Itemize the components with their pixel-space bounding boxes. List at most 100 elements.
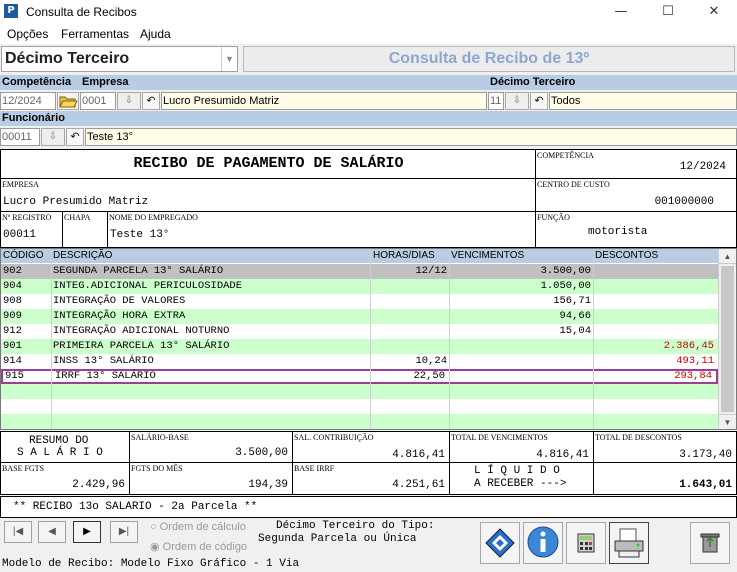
col-header-descricao[interactable]: DESCRIÇÃO <box>53 249 112 263</box>
recycle-bin-icon[interactable] <box>690 522 730 564</box>
sal-contrib-label: SAL. CONTRIBUIÇÃO <box>294 433 374 442</box>
radio-icon[interactable]: ○ <box>150 521 157 533</box>
registro-value: 00011 <box>3 229 37 241</box>
row-vencimento: 94,66 <box>559 310 591 322</box>
payroll-grid: CÓDIGO DESCRIÇÃO HORAS/DIAS VENCIMENTOS … <box>0 248 737 430</box>
undo-icon[interactable]: ↶ <box>142 92 160 110</box>
menu-bar: Opções Ferramentas Ajuda <box>0 24 737 44</box>
table-row[interactable]: 901 PRIMEIRA PARCELA 13° SALÁRIO 2.386,45 <box>1 339 718 354</box>
table-row[interactable]: 914 INSS 13° SALÁRIO 10,24 493,11 <box>1 354 718 369</box>
funcao-value: motorista <box>588 226 648 238</box>
row-vencimento: 3.500,00 <box>540 265 591 277</box>
grid-divider <box>593 249 594 429</box>
empresa-code-input[interactable]: 0001 <box>80 92 116 110</box>
close-button[interactable]: ✕ <box>691 0 737 24</box>
centro-cell: CENTRO DE CUSTO 001000000 <box>536 179 736 212</box>
download-arrow-icon[interactable]: ⇩ <box>41 128 65 146</box>
empresa-label: Empresa <box>80 75 488 90</box>
total-venc-value: 4.816,41 <box>536 449 589 461</box>
table-row[interactable]: 904 INTEG.ADICIONAL PERICULOSIDADE 1.050,0… <box>1 279 718 294</box>
download-arrow-icon[interactable]: ⇩ <box>505 92 529 110</box>
resumo-line2: S A L Á R I O <box>17 447 103 459</box>
row-description: INSS 13° SALÁRIO <box>53 355 154 367</box>
row-code: 909 <box>3 310 22 322</box>
fgts-mes-cell: FGTS DO MÊS 194,39 <box>130 463 293 494</box>
sort-code-label: Ordem de código <box>162 541 248 553</box>
chevron-down-icon[interactable]: ▼ <box>221 47 237 71</box>
radio-icon[interactable]: ◉ <box>150 541 160 553</box>
row-code: 904 <box>3 280 22 292</box>
undo-icon[interactable]: ↶ <box>530 92 548 110</box>
funcionario-code-input[interactable]: 00011 <box>0 128 40 146</box>
calculator-icon[interactable] <box>566 522 606 564</box>
grid-divider <box>449 249 450 429</box>
download-arrow-icon[interactable]: ⇩ <box>117 92 141 110</box>
base-fgts-cell: BASE FGTS 2.429,96 <box>1 463 130 494</box>
next-record-button[interactable]: ▶ <box>73 521 101 543</box>
liquido-value-cell: 1.643,01 <box>594 463 736 494</box>
first-record-button[interactable]: |◀ <box>4 521 32 543</box>
diamond-nav-icon[interactable] <box>480 522 520 564</box>
info-icon[interactable] <box>523 522 563 564</box>
scroll-thumb[interactable] <box>721 266 734 412</box>
chapa-cell: CHAPA <box>63 212 108 247</box>
folder-open-icon[interactable] <box>57 92 79 110</box>
row-hours: 10,24 <box>415 355 447 367</box>
competencia-input[interactable]: 12/2024 <box>0 92 56 110</box>
registro-small-label: Nº REGISTRO <box>2 213 52 222</box>
chapa-small-label: CHAPA <box>64 213 91 222</box>
table-row[interactable]: 915 IRRF 13° SALÁRIO 22,50 293,84 <box>1 369 718 384</box>
row-vencimento: 1.050,00 <box>540 280 591 292</box>
sort-code-option[interactable]: ◉ Ordem de código <box>150 540 247 553</box>
row-description: PRIMEIRA PARCELA 13° SALÁRIO <box>53 340 230 352</box>
nome-value: Teste 13° <box>110 229 170 241</box>
tipo-line1: Décimo Terceiro do Tipo: <box>276 520 435 532</box>
sort-calc-label: Ordem de cálculo <box>159 521 246 533</box>
minimize-button[interactable]: — <box>598 0 644 24</box>
salario-base-cell: SALÁRIO-BASE 3.500,00 <box>130 432 293 463</box>
row-desconto: 493,11 <box>676 355 714 367</box>
menu-ajuda[interactable]: Ajuda <box>140 27 171 41</box>
sort-calc-option[interactable]: ○ Ordem de cálculo <box>150 521 246 533</box>
row-description: INTEGRAÇÃO ADICIONAL NOTURNO <box>53 325 230 337</box>
undo-icon[interactable]: ↶ <box>66 128 84 146</box>
decimo-code-input[interactable]: 11 <box>488 92 504 110</box>
grid-scrollbar[interactable]: ▲ ▼ <box>718 249 736 429</box>
total-desc-cell: TOTAL DE DESCONTOS 3.173,40 <box>594 432 736 463</box>
funcionario-name-field: Teste 13° <box>85 128 737 146</box>
row-description: INTEGRAÇÃO DE VALORES <box>53 295 186 307</box>
scroll-down-icon[interactable]: ▼ <box>719 414 736 429</box>
table-row[interactable]: 912 INTEGRAÇÃO ADICIONAL NOTURNO 15,04 <box>1 324 718 339</box>
receipt-title: RECIBO DE PAGAMENTO DE SALÁRIO <box>133 155 404 172</box>
last-record-button[interactable]: ▶| <box>110 521 138 543</box>
base-fgts-label: BASE FGTS <box>2 464 45 473</box>
col-header-descontos[interactable]: DESCONTOS <box>595 249 658 263</box>
scroll-up-icon[interactable]: ▲ <box>719 249 736 264</box>
table-row[interactable]: 902 SEGUNDA PARCELA 13° SALÁRIO 12/12 3.500… <box>1 264 718 279</box>
page-heading: Consulta de Recibo de 13º <box>243 46 735 72</box>
col-header-horas[interactable]: HORAS/DIAS <box>373 249 435 263</box>
maximize-button[interactable]: ☐ <box>645 0 691 24</box>
empresa-name-field: Lucro Presumido Matriz <box>161 92 487 110</box>
base-irrf-value: 4.251,61 <box>392 479 445 491</box>
row-code: 915 <box>5 370 24 382</box>
receipt-type-select[interactable]: Décimo Terceiro ▼ <box>1 46 238 72</box>
table-row[interactable]: 909 INTEGRAÇÃO HORA EXTRA 94,66 <box>1 309 718 324</box>
base-fgts-value: 2.429,96 <box>72 479 125 491</box>
prev-record-button[interactable]: ◀ <box>38 521 66 543</box>
table-row[interactable]: 908 INTEGRAÇÃO DE VALORES 156,71 <box>1 294 718 309</box>
resumo-line1: RESUMO DO <box>29 435 89 447</box>
row-code: 912 <box>3 325 22 337</box>
liquido-line1: L Í Q U I D O <box>474 465 560 477</box>
menu-ferramentas[interactable]: Ferramentas <box>61 27 129 41</box>
menu-opcoes[interactable]: Opções <box>7 27 48 41</box>
printer-icon[interactable] <box>609 522 649 564</box>
receipt-type-value: Décimo Terceiro <box>5 50 130 67</box>
competencia-value: 12/2024 <box>679 161 726 173</box>
col-header-codigo[interactable]: CÓDIGO <box>3 249 44 263</box>
table-row-empty <box>1 399 718 414</box>
col-header-vencimentos[interactable]: VENCIMENTOS <box>451 249 524 263</box>
empresa-value: Lucro Presumido Matriz <box>3 196 149 208</box>
row-description: INTEGRAÇÃO HORA EXTRA <box>53 310 186 322</box>
row-description: SEGUNDA PARCELA 13° SALÁRIO <box>53 265 224 277</box>
